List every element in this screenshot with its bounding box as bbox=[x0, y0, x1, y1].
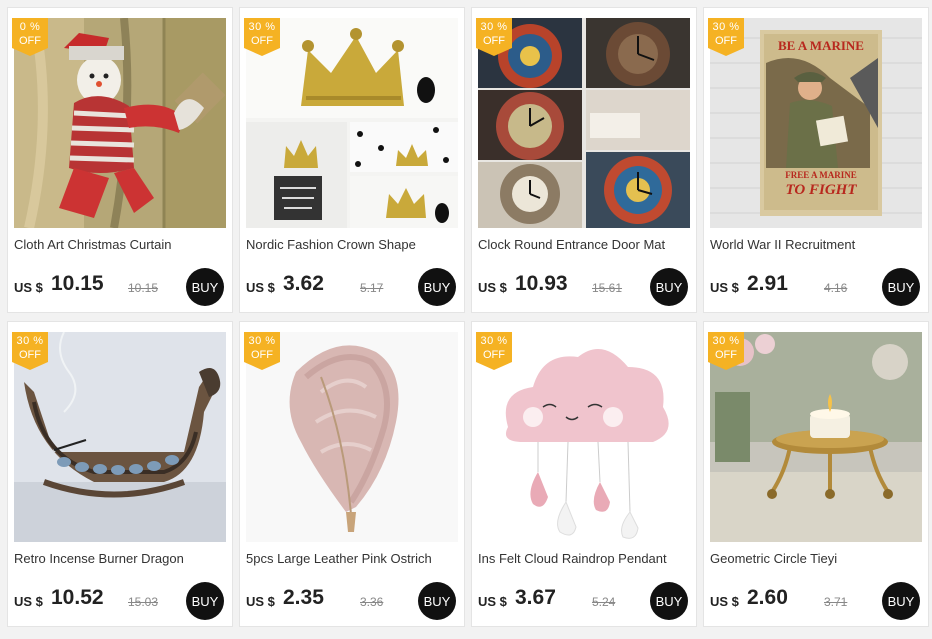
currency-label: US $ bbox=[14, 594, 43, 609]
discount-badge: 30 % OFF bbox=[12, 332, 48, 370]
currency-label: US $ bbox=[246, 280, 275, 295]
original-price: 5.24 bbox=[592, 595, 616, 609]
discount-off-label: OFF bbox=[715, 35, 737, 47]
discount-percent: 30 % bbox=[248, 335, 276, 347]
buy-button[interactable]: BUY bbox=[418, 268, 456, 306]
buy-button[interactable]: BUY bbox=[650, 268, 688, 306]
product-title[interactable]: Geometric Circle Tieyi bbox=[710, 551, 924, 566]
discount-off-label: OFF bbox=[483, 349, 505, 361]
product-card[interactable]: 30 % OFF Nordic Fashion Crown Shape US $… bbox=[239, 7, 465, 313]
product-card[interactable]: 30 % OFF 5pcs Large Leather Pink Ostrich… bbox=[239, 321, 465, 627]
price-row: US $ 2.91 4.16 BUY bbox=[710, 268, 924, 308]
discount-badge: 30 % OFF bbox=[244, 18, 280, 56]
current-price: 2.60 bbox=[747, 586, 788, 609]
buy-button[interactable]: BUY bbox=[882, 268, 920, 306]
discount-badge: 30 % OFF bbox=[708, 332, 744, 370]
price-row: US $ 10.52 15.03 BUY bbox=[14, 582, 228, 622]
discount-percent: 30 % bbox=[16, 335, 44, 347]
discount-off-label: OFF bbox=[251, 35, 273, 47]
currency-label: US $ bbox=[478, 280, 507, 295]
original-price: 4.16 bbox=[824, 281, 848, 295]
original-price: 3.71 bbox=[824, 595, 848, 609]
product-grid: 0 % OFF Cloth Art Christmas Curtain US $… bbox=[7, 7, 929, 627]
current-price: 10.15 bbox=[51, 272, 104, 295]
product-card[interactable]: 30 % OFF Retro Incense Burner Dragon US … bbox=[7, 321, 233, 627]
current-price: 3.67 bbox=[515, 586, 556, 609]
discount-badge: 30 % OFF bbox=[244, 332, 280, 370]
original-price: 10.15 bbox=[128, 281, 159, 295]
discount-off-label: OFF bbox=[19, 349, 41, 361]
currency-label: US $ bbox=[246, 594, 275, 609]
currency-label: US $ bbox=[710, 280, 739, 295]
price-row: US $ 10.93 15.61 BUY bbox=[478, 268, 692, 308]
discount-percent: 30 % bbox=[480, 335, 508, 347]
poster-subline: FREE A MARINE bbox=[785, 170, 857, 180]
poster-tagline: TO FIGHT bbox=[785, 182, 857, 198]
original-price: 5.17 bbox=[360, 281, 384, 295]
product-title[interactable]: Ins Felt Cloud Raindrop Pendant bbox=[478, 551, 692, 566]
discount-off-label: OFF bbox=[715, 349, 737, 361]
current-price: 3.62 bbox=[283, 272, 324, 295]
price-row: US $ 2.35 3.36 BUY bbox=[246, 582, 460, 622]
product-card[interactable]: BE A MARINE FREE A MARINE TO FIGHT 30 % … bbox=[703, 7, 929, 313]
discount-badge: 30 % OFF bbox=[476, 18, 512, 56]
buy-button[interactable]: BUY bbox=[418, 582, 456, 620]
original-price: 3.36 bbox=[360, 595, 384, 609]
current-price: 10.52 bbox=[51, 586, 104, 609]
poster-headline: BE A MARINE bbox=[778, 38, 864, 53]
discount-off-label: OFF bbox=[251, 349, 273, 361]
product-card[interactable]: 30 % OFF Ins Felt Cloud Raindrop Pendant… bbox=[471, 321, 697, 627]
product-title[interactable]: Cloth Art Christmas Curtain bbox=[14, 237, 228, 252]
discount-off-label: OFF bbox=[483, 35, 505, 47]
discount-percent: 30 % bbox=[712, 335, 740, 347]
product-card[interactable]: 30 % OFF Clock Round Entrance Door Mat U… bbox=[471, 7, 697, 313]
product-card[interactable]: 30 % OFF Geometric Circle Tieyi US $ 2.6… bbox=[703, 321, 929, 627]
buy-button[interactable]: BUY bbox=[186, 582, 224, 620]
buy-button[interactable]: BUY bbox=[650, 582, 688, 620]
currency-label: US $ bbox=[478, 594, 507, 609]
product-title[interactable]: Nordic Fashion Crown Shape bbox=[246, 237, 460, 252]
price-row: US $ 3.67 5.24 BUY bbox=[478, 582, 692, 622]
discount-badge: 0 % OFF bbox=[12, 18, 48, 56]
discount-off-label: OFF bbox=[19, 35, 41, 47]
currency-label: US $ bbox=[710, 594, 739, 609]
discount-percent: 0 % bbox=[19, 21, 41, 33]
currency-label: US $ bbox=[14, 280, 43, 295]
discount-percent: 30 % bbox=[248, 21, 276, 33]
original-price: 15.03 bbox=[128, 595, 159, 609]
discount-badge: 30 % OFF bbox=[708, 18, 744, 56]
buy-button[interactable]: BUY bbox=[186, 268, 224, 306]
discount-badge: 30 % OFF bbox=[476, 332, 512, 370]
product-title[interactable]: Clock Round Entrance Door Mat bbox=[478, 237, 692, 252]
price-row: US $ 10.15 10.15 BUY bbox=[14, 268, 228, 308]
discount-percent: 30 % bbox=[712, 21, 740, 33]
product-title[interactable]: 5pcs Large Leather Pink Ostrich bbox=[246, 551, 460, 566]
original-price: 15.61 bbox=[592, 281, 623, 295]
product-title[interactable]: Retro Incense Burner Dragon bbox=[14, 551, 228, 566]
current-price: 2.35 bbox=[283, 586, 324, 609]
buy-button[interactable]: BUY bbox=[882, 582, 920, 620]
price-row: US $ 2.60 3.71 BUY bbox=[710, 582, 924, 622]
current-price: 2.91 bbox=[747, 272, 788, 295]
current-price: 10.93 bbox=[515, 272, 568, 295]
price-row: US $ 3.62 5.17 BUY bbox=[246, 268, 460, 308]
product-title[interactable]: World War II Recruitment bbox=[710, 237, 924, 252]
discount-percent: 30 % bbox=[480, 21, 508, 33]
product-card[interactable]: 0 % OFF Cloth Art Christmas Curtain US $… bbox=[7, 7, 233, 313]
